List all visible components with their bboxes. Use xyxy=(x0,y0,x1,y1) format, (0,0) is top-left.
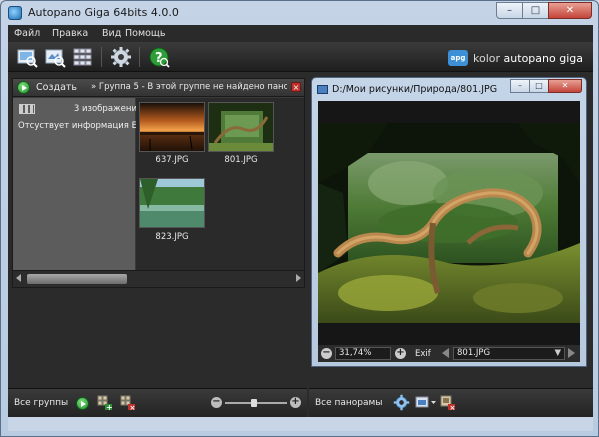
thumbnail-image[interactable] xyxy=(139,102,205,152)
viewer-maximize-button[interactable]: □ xyxy=(529,79,549,93)
brand-logo: apg kolor autopano giga xyxy=(448,50,583,66)
remove-group-icon[interactable]: × xyxy=(120,395,136,411)
maximize-button[interactable]: □ xyxy=(522,2,549,19)
zoom-out-icon[interactable]: − xyxy=(321,348,332,359)
minimize-button[interactable]: – xyxy=(496,2,523,19)
zoom-level-field[interactable]: 31,74% xyxy=(335,347,391,360)
thumbnail-size-slider[interactable]: − + xyxy=(211,397,301,409)
create-label: Создать xyxy=(36,82,78,93)
image-select-value: 801.JPG xyxy=(457,348,491,358)
double-chevron-icon: » xyxy=(91,82,99,92)
previous-image-icon[interactable] xyxy=(442,348,449,358)
group-title: » Группа 5 - В этой группе не найдено па… xyxy=(91,82,287,92)
panoramas-footer: Все панорамы × xyxy=(309,388,593,417)
scroll-thumb[interactable] xyxy=(27,274,127,284)
toolbar-separator xyxy=(139,47,140,67)
menu-view[interactable]: Вид xyxy=(102,28,121,39)
title-bar[interactable]: Autopano Giga 64bits 4.0.0 – □ ✕ xyxy=(1,1,598,25)
viewer-title: D:/Мои рисунки/Природа/801.JPG xyxy=(332,84,498,95)
thumbnail-image[interactable] xyxy=(208,102,274,152)
group-title-text: Группа 5 - В этой группе не найдено пано… xyxy=(98,82,287,92)
group-panel: Создать » Группа 5 - В этой группе не на… xyxy=(12,78,305,288)
thumbnail-grid: 637.JPG 801.JPG 823.JPG xyxy=(136,98,304,270)
import-images-icon[interactable] xyxy=(16,46,38,68)
exif-button[interactable]: Exif xyxy=(415,349,431,359)
all-groups-label: Все группы xyxy=(14,398,69,408)
menu-file[interactable]: Файл xyxy=(14,28,40,39)
viewer-toolbar: − 31,74% + Exif 801.JPG ▼ xyxy=(318,345,580,362)
zoom-out-icon[interactable]: − xyxy=(211,397,222,408)
slider-knob[interactable] xyxy=(251,399,257,407)
toolbar-separator xyxy=(101,47,102,67)
all-panoramas-label: Все панорамы xyxy=(315,398,383,408)
image-count: 3 изображени xyxy=(73,104,137,114)
image-canvas[interactable] xyxy=(318,101,580,345)
grid-view-icon[interactable] xyxy=(19,104,35,114)
image-select[interactable]: 801.JPG ▼ xyxy=(453,347,565,360)
group-info: 3 изображени Отсуствует информация EXIF xyxy=(13,98,137,270)
brand-badge: apg xyxy=(448,50,469,66)
add-group-icon[interactable]: + xyxy=(97,395,113,411)
brand-name: autopano giga xyxy=(503,51,583,65)
forest-photo xyxy=(318,123,580,323)
svg-text:+: + xyxy=(106,403,113,411)
thumbnail-label: 823.JPG xyxy=(155,232,189,242)
image-viewer-window[interactable]: D:/Мои рисунки/Природа/801.JPG – □ ✕ − 3… xyxy=(311,77,587,367)
zoom-in-icon[interactable]: + xyxy=(395,348,406,359)
render-settings-gear-icon[interactable] xyxy=(393,394,410,411)
zoom-in-icon[interactable]: + xyxy=(290,397,301,408)
detect-icon[interactable] xyxy=(72,46,94,68)
window-controls: – □ ✕ xyxy=(496,2,592,19)
thumbnail-label: 801.JPG xyxy=(224,155,258,165)
viewer-window-controls: – □ ✕ xyxy=(510,79,582,93)
play-icon xyxy=(17,81,30,94)
exif-message: Отсуствует информация EXIF xyxy=(18,121,136,131)
next-image-icon[interactable] xyxy=(568,348,575,358)
thumbnail-image[interactable] xyxy=(139,178,205,228)
thumbnail-label: 637.JPG xyxy=(155,155,189,165)
menu-help[interactable]: Помощь xyxy=(125,28,165,39)
import-folder-icon[interactable] xyxy=(44,46,66,68)
brand-text: kolor autopano giga xyxy=(473,52,583,65)
render-dropdown-icon[interactable] xyxy=(415,395,437,411)
scroll-left-icon[interactable] xyxy=(16,274,21,282)
group-header: Создать » Группа 5 - В этой группе не на… xyxy=(13,79,304,97)
scroll-right-icon[interactable] xyxy=(296,274,301,282)
delete-panorama-icon[interactable]: × xyxy=(440,395,456,411)
close-button[interactable]: ✕ xyxy=(548,2,592,19)
play-icon[interactable] xyxy=(76,397,89,410)
create-button[interactable]: Создать xyxy=(17,81,77,94)
status-bar xyxy=(8,417,593,431)
viewer-minimize-button[interactable]: – xyxy=(510,79,530,93)
settings-gear-icon[interactable] xyxy=(110,46,132,68)
svg-text:×: × xyxy=(450,404,456,411)
viewer-close-button[interactable]: ✕ xyxy=(548,79,582,93)
help-icon[interactable]: ? xyxy=(148,46,170,68)
toolbar: ? apg kolor autopano giga xyxy=(8,42,593,72)
groups-footer: Все группы + × − + xyxy=(8,388,307,417)
menu-edit[interactable]: Правка xyxy=(52,28,88,39)
app-logo-icon xyxy=(8,6,22,20)
chevron-down-icon: ▼ xyxy=(554,348,561,358)
window-title: Autopano Giga 64bits 4.0.0 xyxy=(28,6,179,19)
horizontal-scrollbar[interactable] xyxy=(13,270,304,287)
svg-text:×: × xyxy=(130,404,136,411)
menu-bar: Файл Правка Вид Помощь xyxy=(8,25,593,42)
image-file-icon xyxy=(317,85,328,94)
app-window: Autopano Giga 64bits 4.0.0 – □ ✕ Файл Пр… xyxy=(0,0,599,437)
group-close-button[interactable]: × xyxy=(291,82,301,92)
brand-prefix: kolor xyxy=(473,51,504,65)
